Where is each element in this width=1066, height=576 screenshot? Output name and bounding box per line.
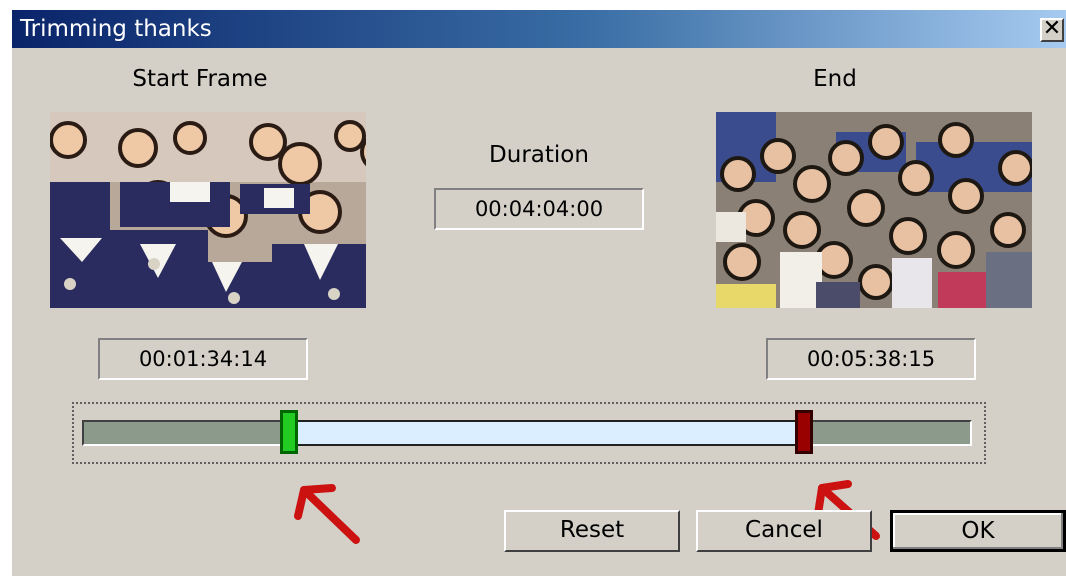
start-frame-thumbnail [50, 112, 366, 308]
reset-button[interactable]: Reset [504, 510, 680, 552]
start-timecode-field[interactable]: 00:01:34:14 [98, 338, 308, 380]
window-title: Trimming thanks [20, 16, 212, 42]
ok-button[interactable]: OK [890, 510, 1066, 552]
duration-field: 00:04:04:00 [434, 188, 644, 230]
end-frame-label: End [813, 66, 857, 92]
duration-label: Duration [489, 142, 589, 168]
trim-end-handle[interactable] [794, 410, 813, 454]
close-button[interactable]: ✕ [1040, 18, 1064, 42]
start-frame-label: Start Frame [132, 66, 268, 92]
end-frame-thumbnail [716, 112, 1032, 308]
red-arrow-annotation-icon [294, 484, 360, 544]
trim-start-handle[interactable] [280, 410, 299, 454]
trim-selection-range [295, 420, 798, 446]
close-icon: ✕ [1042, 16, 1062, 41]
title-bar[interactable]: Trimming thanks ✕ [12, 10, 1066, 48]
end-timecode-field[interactable]: 00:05:38:15 [766, 338, 976, 380]
cancel-button[interactable]: Cancel [696, 510, 872, 552]
